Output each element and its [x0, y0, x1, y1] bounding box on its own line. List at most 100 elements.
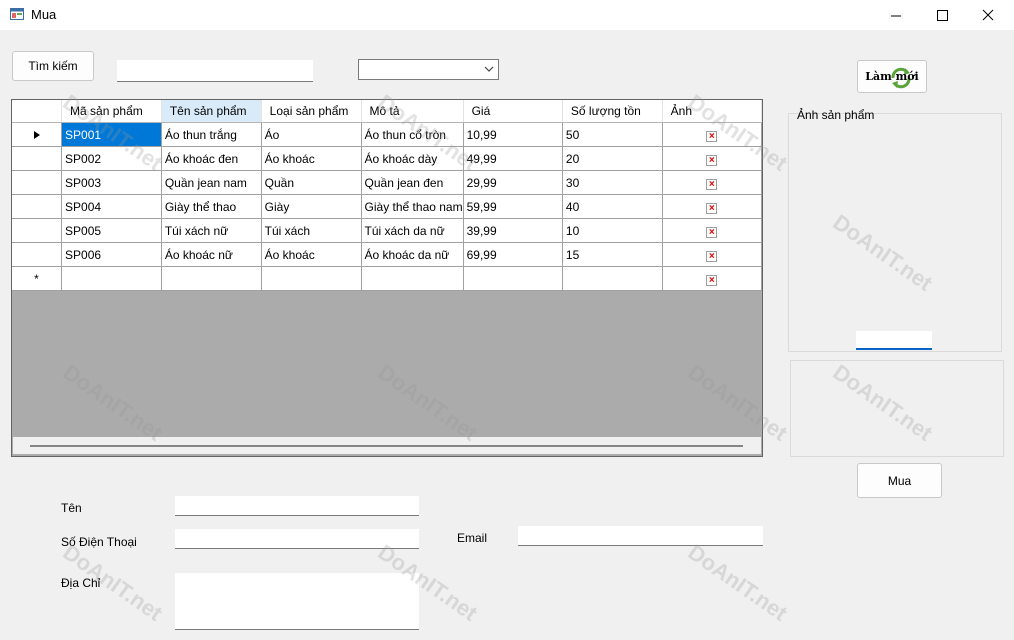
- table-cell[interactable]: Giày thể thao: [161, 194, 262, 219]
- table-cell[interactable]: 69,99: [463, 242, 563, 267]
- table-cell[interactable]: Quần jean nam: [161, 170, 262, 195]
- broken-image-icon: ×: [706, 250, 718, 262]
- table-cell[interactable]: Quần jean đen: [361, 170, 464, 195]
- table-cell[interactable]: SP006: [61, 242, 162, 267]
- table-cell[interactable]: SP001: [61, 122, 162, 147]
- table-cell[interactable]: [463, 266, 563, 291]
- table-cell[interactable]: [261, 266, 362, 291]
- image-cell[interactable]: ×: [662, 146, 762, 171]
- search-input[interactable]: [117, 60, 313, 82]
- image-cell[interactable]: ×: [662, 242, 762, 267]
- row-header[interactable]: [12, 170, 63, 195]
- products-grid[interactable]: Mã sản phẩm Tên sản phẩm Loại sản phẩm M…: [11, 99, 763, 457]
- table-cell[interactable]: SP002: [61, 146, 162, 171]
- table-row[interactable]: SP005 Túi xách nữ Túi xách Túi xách da n…: [12, 218, 762, 243]
- table-cell[interactable]: Áo khoác đen: [161, 146, 262, 171]
- table-cell[interactable]: 39,99: [463, 218, 563, 243]
- table-row[interactable]: SP002 Áo khoác đen Áo khoác Áo khoác dày…: [12, 146, 762, 171]
- column-header[interactable]: Tên sản phẩm: [161, 100, 262, 123]
- table-cell[interactable]: Áo khoác da nữ: [361, 242, 464, 267]
- table-row[interactable]: SP006 Áo khoác nữ Áo khoác Áo khoác da n…: [12, 242, 762, 267]
- title-bar: [0, 0, 1014, 30]
- table-cell[interactable]: 10,99: [463, 122, 563, 147]
- search-button-label: Tìm kiếm: [28, 59, 78, 73]
- broken-image-icon: ×: [706, 226, 718, 238]
- table-cell[interactable]: 40: [562, 194, 663, 219]
- image-cell[interactable]: ×: [662, 218, 762, 243]
- phone-input[interactable]: [175, 529, 419, 549]
- table-cell[interactable]: Áo khoác: [261, 242, 362, 267]
- table-cell[interactable]: [361, 266, 464, 291]
- row-header[interactable]: [12, 122, 63, 147]
- image-path-field[interactable]: [856, 331, 932, 350]
- maximize-button[interactable]: [919, 0, 965, 30]
- table-row[interactable]: SP003 Quần jean nam Quần Quần jean đen 2…: [12, 170, 762, 195]
- table-cell[interactable]: SP004: [61, 194, 162, 219]
- name-label: Tên: [61, 501, 82, 515]
- address-textarea[interactable]: [175, 573, 419, 630]
- table-cell[interactable]: Túi xách nữ: [161, 218, 262, 243]
- table-cell[interactable]: Áo khoác: [261, 146, 362, 171]
- minimize-button[interactable]: [873, 0, 919, 30]
- product-image-groupbox: Ảnh sản phẩm: [788, 108, 1002, 352]
- scrollbar-thumb[interactable]: [30, 445, 743, 447]
- image-cell[interactable]: ×: [662, 170, 762, 195]
- table-cell[interactable]: Túi xách da nữ: [361, 218, 464, 243]
- table-row[interactable]: SP001 Áo thun trắng Áo Áo thun cổ tròn 1…: [12, 122, 762, 147]
- table-cell[interactable]: Áo: [261, 122, 362, 147]
- row-header[interactable]: [12, 194, 63, 219]
- row-header[interactable]: [12, 146, 63, 171]
- column-header[interactable]: Giá: [463, 100, 563, 123]
- row-header[interactable]: [12, 218, 63, 243]
- table-cell[interactable]: Áo khoác dày: [361, 146, 464, 171]
- new-row-marker: *: [12, 266, 63, 291]
- table-cell[interactable]: 50: [562, 122, 663, 147]
- table-cell[interactable]: 29,99: [463, 170, 563, 195]
- name-input[interactable]: [175, 496, 419, 516]
- search-button[interactable]: Tìm kiếm: [12, 51, 94, 81]
- column-header[interactable]: Loại sản phẩm: [261, 100, 362, 123]
- row-header-corner: [12, 100, 63, 123]
- buy-button[interactable]: Mua: [857, 463, 942, 498]
- table-cell[interactable]: Áo khoác nữ: [161, 242, 262, 267]
- table-cell[interactable]: SP003: [61, 170, 162, 195]
- column-header[interactable]: Ảnh: [662, 100, 762, 123]
- image-cell[interactable]: ×: [662, 122, 762, 147]
- table-cell[interactable]: [161, 266, 262, 291]
- table-cell[interactable]: Áo thun trắng: [161, 122, 262, 147]
- table-cell[interactable]: 10: [562, 218, 663, 243]
- close-button[interactable]: [965, 0, 1011, 30]
- horizontal-scrollbar[interactable]: [13, 437, 761, 454]
- table-cell[interactable]: 20: [562, 146, 663, 171]
- table-cell[interactable]: [562, 266, 663, 291]
- column-header[interactable]: Số lượng tồn: [562, 100, 663, 123]
- image-cell[interactable]: ×: [662, 194, 762, 219]
- broken-image-icon: ×: [706, 274, 718, 286]
- window-title: Mua: [31, 7, 57, 22]
- table-cell[interactable]: Túi xách: [261, 218, 362, 243]
- filter-combobox[interactable]: [358, 59, 499, 80]
- image-cell[interactable]: ×: [662, 266, 762, 291]
- table-cell[interactable]: 59,99: [463, 194, 563, 219]
- table-cell[interactable]: Quần: [261, 170, 362, 195]
- broken-image-icon: ×: [706, 202, 718, 214]
- table-cell[interactable]: Giày thể thao nam: [361, 194, 464, 219]
- table-cell[interactable]: Giày: [261, 194, 362, 219]
- close-icon: [982, 9, 994, 21]
- table-cell[interactable]: [61, 266, 162, 291]
- new-row[interactable]: * ×: [12, 266, 762, 291]
- broken-image-icon: ×: [706, 130, 718, 142]
- table-cell[interactable]: 49,99: [463, 146, 563, 171]
- refresh-button-label: Làm mới: [865, 70, 919, 83]
- table-cell[interactable]: 15: [562, 242, 663, 267]
- table-cell[interactable]: SP005: [61, 218, 162, 243]
- refresh-button[interactable]: Làm mới: [857, 60, 927, 93]
- row-header[interactable]: [12, 242, 63, 267]
- table-cell[interactable]: Áo thun cổ tròn: [361, 122, 464, 147]
- column-header[interactable]: Mô tả: [361, 100, 464, 123]
- table-cell[interactable]: 30: [562, 170, 663, 195]
- email-input[interactable]: [518, 526, 763, 546]
- table-row[interactable]: SP004 Giày thể thao Giày Giày thể thao n…: [12, 194, 762, 219]
- current-row-arrow-icon: [33, 130, 40, 139]
- column-header[interactable]: Mã sản phẩm: [61, 100, 162, 123]
